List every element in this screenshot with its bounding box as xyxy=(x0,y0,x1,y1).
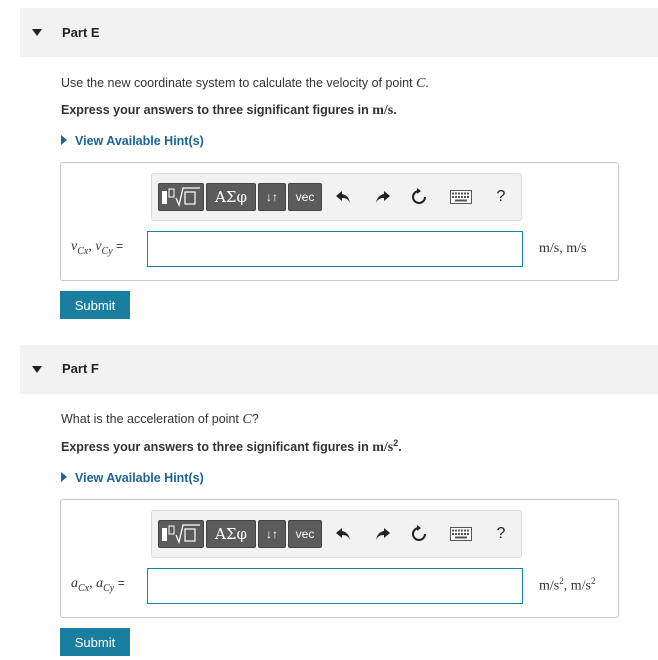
view-hints-link[interactable]: View Available Hint(s) xyxy=(61,471,204,485)
answer-instruction: Express your answers to three significan… xyxy=(61,438,402,456)
expand-arrow-icon xyxy=(61,472,67,482)
templates-icon xyxy=(162,187,200,208)
help-icon: ? xyxy=(496,188,506,205)
redo-icon xyxy=(376,528,390,540)
prompt-text: What is the acceleration of point xyxy=(61,412,243,426)
greek-button[interactable]: ΑΣφ xyxy=(206,520,256,548)
reset-button[interactable] xyxy=(406,184,432,210)
instruction-unit: m/s xyxy=(372,103,394,118)
answer-input[interactable] xyxy=(147,568,523,604)
help-button[interactable]: ? xyxy=(488,184,514,210)
vec-icon: vec xyxy=(295,527,315,541)
unit-label: m/s2, m/s2 xyxy=(539,576,595,595)
point-symbol: C xyxy=(416,76,426,91)
unit-b: m/s xyxy=(570,578,591,594)
answer-instruction: Express your answers to three significan… xyxy=(61,103,397,119)
expand-arrow-icon xyxy=(61,135,67,145)
submit-button[interactable]: Submit xyxy=(60,291,130,319)
reset-icon xyxy=(412,525,426,541)
reset-button[interactable] xyxy=(406,521,432,547)
templates-button[interactable] xyxy=(158,183,204,211)
collapse-arrow-icon[interactable] xyxy=(32,366,42,373)
arrows-button[interactable]: ↓↑ xyxy=(258,183,286,211)
prompt-end: ? xyxy=(251,412,259,426)
hint-label: View Available Hint(s) xyxy=(75,134,204,148)
undo-button[interactable] xyxy=(330,184,356,210)
part-title: Part F xyxy=(62,361,99,376)
unit-sep: , xyxy=(563,578,571,594)
hint-label: View Available Hint(s) xyxy=(75,471,204,485)
unit-b-sup: 2 xyxy=(590,576,596,586)
math-toolbar: ΑΣφ ↓↑ vec ? xyxy=(151,173,522,221)
view-hints-link[interactable]: View Available Hint(s) xyxy=(61,134,204,148)
answer-variable-label: aCx, aCy = xyxy=(71,576,125,594)
prompt-end: . xyxy=(425,76,429,90)
templates-icon xyxy=(162,524,200,545)
keyboard-button[interactable] xyxy=(446,184,476,210)
answer-variable-label: vCx, vCy = xyxy=(71,239,123,257)
templates-button[interactable] xyxy=(158,520,204,548)
part-f-header[interactable]: Part F xyxy=(20,345,658,394)
question-prompt: What is the acceleration of point C? xyxy=(61,412,259,428)
unit-a: m/s xyxy=(539,578,560,594)
instruction-end: . xyxy=(393,103,397,117)
collapse-arrow-icon[interactable] xyxy=(32,29,42,36)
var-symbol: a xyxy=(71,576,78,591)
vec-button[interactable]: vec xyxy=(288,183,322,211)
keyboard-icon xyxy=(450,190,472,204)
greek-icon: ΑΣφ xyxy=(215,525,247,543)
keyboard-icon xyxy=(450,527,472,541)
undo-icon xyxy=(336,528,350,540)
equals-sign: = xyxy=(117,576,125,590)
help-button[interactable]: ? xyxy=(488,521,514,547)
redo-button[interactable] xyxy=(370,521,396,547)
point-symbol: C xyxy=(242,412,252,427)
instruction-end: . xyxy=(398,440,402,455)
greek-icon: ΑΣφ xyxy=(215,188,247,206)
redo-button[interactable] xyxy=(370,184,396,210)
undo-button[interactable] xyxy=(330,521,356,547)
answer-box: ΑΣφ ↓↑ vec ? aCx, aCy = m/s2, m/s2 xyxy=(60,499,619,618)
help-icon: ? xyxy=(496,525,506,542)
keyboard-button[interactable] xyxy=(446,521,476,547)
vec-icon: vec xyxy=(295,190,315,204)
var-subscript-2: Cy xyxy=(103,582,115,594)
answer-box: ΑΣφ ↓↑ vec ? vCx, vCy = m/s, m/s xyxy=(60,162,619,281)
prompt-text: Use the new coordinate system to calcula… xyxy=(61,76,417,90)
var-subscript: Cx xyxy=(78,582,90,594)
part-e-header[interactable]: Part E xyxy=(20,8,658,57)
arrows-button[interactable]: ↓↑ xyxy=(258,520,286,548)
question-prompt: Use the new coordinate system to calcula… xyxy=(61,76,429,92)
submit-button[interactable]: Submit xyxy=(60,628,130,656)
equals-sign: = xyxy=(116,239,124,253)
instruction-text: Express your answers to three significan… xyxy=(61,103,373,117)
instruction-text: Express your answers to three significan… xyxy=(61,440,373,455)
vec-button[interactable]: vec xyxy=(288,520,322,548)
var-subscript: Cx xyxy=(77,245,89,257)
unit-label: m/s, m/s xyxy=(539,241,587,256)
instruction-unit: m/s xyxy=(372,440,394,456)
greek-button[interactable]: ΑΣφ xyxy=(206,183,256,211)
reset-icon xyxy=(412,188,426,204)
arrows-icon: ↓↑ xyxy=(266,190,278,204)
part-title: Part E xyxy=(62,25,100,40)
answer-input[interactable] xyxy=(147,231,523,267)
var-subscript-2: Cy xyxy=(101,245,113,257)
math-toolbar: ΑΣφ ↓↑ vec ? xyxy=(151,510,522,558)
redo-icon xyxy=(376,191,390,203)
undo-icon xyxy=(336,191,350,203)
arrows-icon: ↓↑ xyxy=(266,527,278,541)
